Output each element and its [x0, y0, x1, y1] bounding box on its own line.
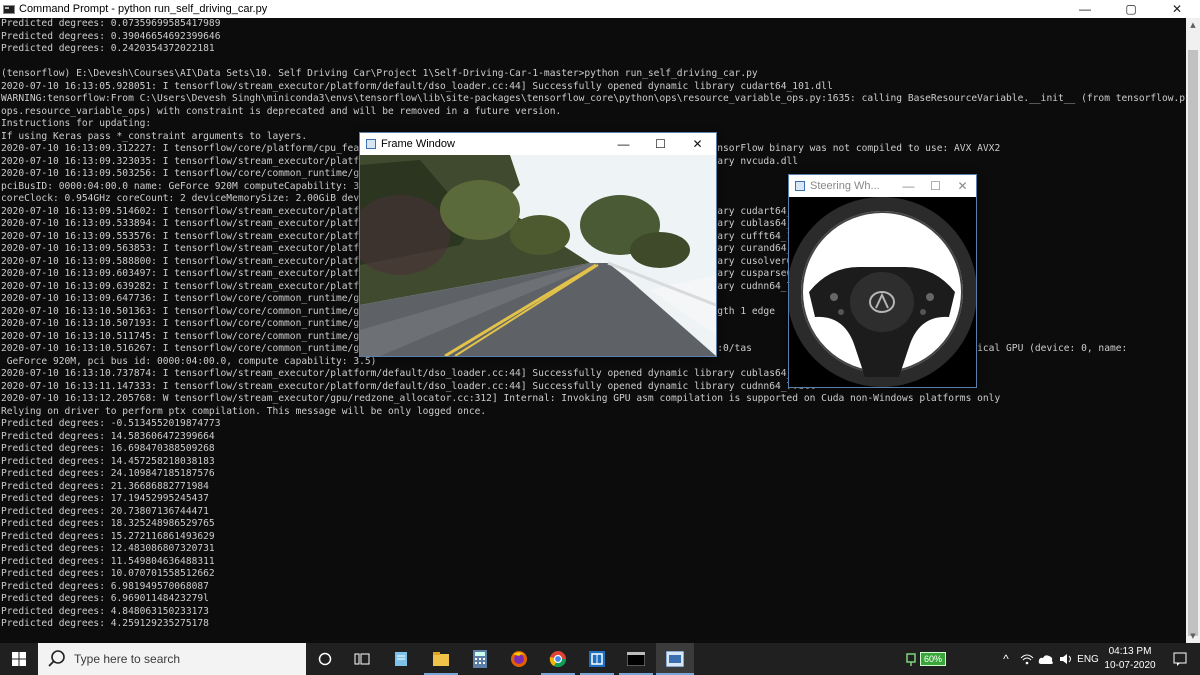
clock-time[interactable]: 04:13 PM: [1100, 646, 1160, 657]
console-line: Predicted degrees: 6.96901148423279l: [1, 593, 209, 604]
console-line: Predicted degrees: 15.272116861493629: [1, 530, 215, 542]
console-line: WARNING:tensorflow:From C:\Users\Devesh …: [1, 93, 1187, 104]
console-line: Predicted degrees: 14.457258218038183: [1, 455, 215, 467]
console-minimize-button[interactable]: —: [1062, 0, 1108, 18]
console-title: Command Prompt - python run_self_driving…: [19, 3, 268, 15]
console-line: Predicted degrees: 24.109847185187576: [1, 468, 215, 479]
frame-window[interactable]: Frame Window — ☐ ✕: [359, 132, 717, 357]
console-line: Predicted degrees: 10.070701558512662: [1, 568, 215, 579]
console-line: (tensorflow) E:\Devesh\Courses\AI\Data S…: [1, 68, 758, 79]
search-placeholder: Type here to search: [74, 652, 181, 666]
taskbar-search-box[interactable]: Type here to search: [38, 643, 306, 675]
console-line: Predicted degrees: 4.259129235275178: [1, 618, 209, 629]
console-line: Predicted degrees: 0.2420354372022181: [1, 43, 215, 54]
steering-window-icon: [795, 181, 805, 191]
console-line: ops.resource_variable_ops) with constrai…: [1, 105, 562, 117]
console-close-button[interactable]: ✕: [1154, 0, 1200, 18]
console-line: Predicted degrees: 12.483086807320731: [1, 543, 215, 554]
steering-window[interactable]: Steering Wh... — ☐ ✕: [788, 174, 977, 388]
onedrive-cloud-icon[interactable]: [1036, 643, 1056, 675]
console-line: Predicted degrees: 20.73807136744471: [1, 505, 209, 517]
console-line: Predicted degrees: 17.19452995245437: [1, 493, 209, 504]
console-line: Predicted degrees: 21.36686882771984: [1, 480, 209, 492]
console-line: Predicted degrees: 0.07359699585417989: [1, 18, 221, 29]
scroll-up-arrow-icon[interactable]: ▲: [1186, 18, 1200, 32]
frame-window-title: Frame Window: [381, 138, 455, 150]
console-line: Predicted degrees: 18.325248986529765: [1, 518, 215, 529]
show-hidden-icons-chevron-icon[interactable]: ^: [996, 643, 1016, 675]
console-maximize-button[interactable]: ▢: [1108, 0, 1154, 18]
steering-wheel-image: [789, 197, 976, 387]
volume-icon[interactable]: [1056, 643, 1076, 675]
console-line: Predicted degrees: 16.698470388509268: [1, 443, 215, 454]
console-line: 2020-07-10 16:13:10.737874: I tensorflow…: [1, 368, 810, 379]
console-line: Predicted degrees: 0.39046654692399646: [1, 30, 221, 42]
battery-indicator[interactable]: 60%: [900, 643, 950, 675]
timeline-icon[interactable]: [346, 643, 378, 675]
console-scrollbar[interactable]: ▲ ▼: [1186, 18, 1200, 643]
steering-minimize-button[interactable]: —: [895, 175, 922, 197]
console-line: GeForce 920M, pci bus id: 0000:04:00.0, …: [1, 355, 377, 367]
console-line: 2020-07-10 16:13:05.928051: I tensorflow…: [1, 80, 833, 92]
frame-window-icon: [366, 139, 376, 149]
console-line: Predicted degrees: 4.848063150233173: [1, 605, 209, 617]
frame-close-button[interactable]: ✕: [679, 133, 716, 155]
console-line: Relying on driver to perform ptx compila…: [1, 405, 487, 417]
taskbar: Type here to search 60% ^ ENG 04:13 PM 1…: [0, 643, 1200, 675]
calculator-icon[interactable]: [463, 643, 497, 675]
frame-maximize-button[interactable]: ☐: [642, 133, 679, 155]
wifi-icon[interactable]: [1017, 643, 1037, 675]
notepad-icon[interactable]: [385, 643, 417, 675]
frame-window-titlebar[interactable]: Frame Window — ☐ ✕: [360, 133, 716, 155]
scroll-thumb[interactable]: [1188, 50, 1198, 636]
cmd-window-icon: [3, 4, 15, 14]
task-view-icon[interactable]: [310, 643, 340, 675]
windows-start-icon[interactable]: [0, 643, 38, 675]
frame-minimize-button[interactable]: —: [605, 133, 642, 155]
console-titlebar[interactable]: Command Prompt - python run_self_driving…: [0, 0, 1200, 18]
firefox-icon[interactable]: [502, 643, 536, 675]
python-window-icon[interactable]: [656, 643, 694, 675]
console-line: Predicted degrees: 6.981949570068087: [1, 580, 209, 592]
power-plug-icon: [906, 653, 916, 666]
road-camera-image: [360, 155, 716, 356]
steering-maximize-button[interactable]: ☐: [922, 175, 949, 197]
cmd-icon[interactable]: [619, 643, 653, 675]
steering-close-button[interactable]: ✕: [949, 175, 976, 197]
language-indicator[interactable]: ENG: [1076, 643, 1100, 675]
console-line: Predicted degrees: -0.5134552019874773: [1, 418, 221, 429]
console-line: Predicted degrees: 14.583606472399664: [1, 430, 215, 442]
steering-window-titlebar[interactable]: Steering Wh... — ☐ ✕: [789, 175, 976, 197]
battery-percent: 60%: [919, 652, 946, 666]
console-line: 2020-07-10 16:13:12.205768: W tensorflow…: [1, 393, 1001, 404]
clock-date[interactable]: 10-07-2020: [1100, 660, 1160, 671]
console-line: Instructions for updating:: [1, 118, 152, 129]
steering-window-title: Steering Wh...: [810, 180, 880, 192]
console-line: 2020-07-10 16:13:11.147333: I tensorflow…: [1, 380, 816, 392]
console-line: Predicted degrees: 11.549804636488311: [1, 555, 215, 567]
search-icon: [46, 648, 68, 670]
file-explorer-icon[interactable]: [424, 643, 458, 675]
app-icon[interactable]: [580, 643, 614, 675]
scroll-down-arrow-icon[interactable]: ▼: [1186, 629, 1200, 643]
chrome-icon[interactable]: [541, 643, 575, 675]
notification-center-icon[interactable]: [1165, 643, 1195, 675]
